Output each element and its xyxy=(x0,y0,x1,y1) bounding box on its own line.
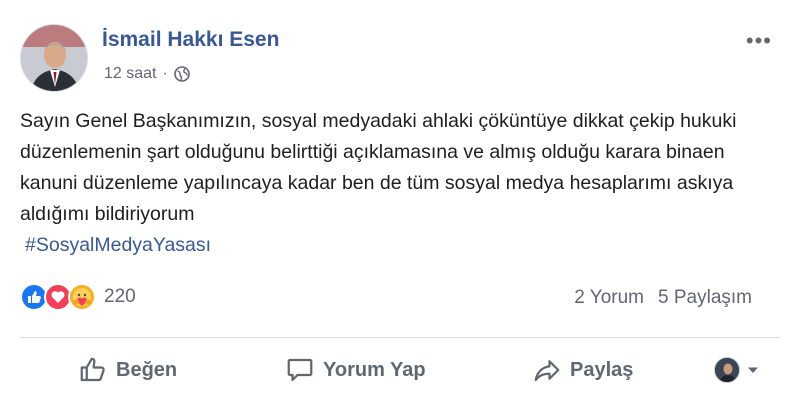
audience-selector[interactable] xyxy=(714,350,760,390)
reactions-summary[interactable]: 220 xyxy=(20,283,136,311)
comment-button-label: Yorum Yap xyxy=(323,358,426,381)
author-avatar[interactable] xyxy=(20,24,88,92)
globe-icon xyxy=(174,66,190,82)
engagement-counts: 2 Yorum 5 Paylaşım xyxy=(574,287,752,309)
chevron-down-icon xyxy=(748,367,758,373)
author-name[interactable]: İsmail Hakkı Esen xyxy=(102,28,279,52)
post-header: İsmail Hakkı Esen 12 saat · ••• xyxy=(20,22,780,94)
share-button-label: Paylaş xyxy=(570,358,634,381)
more-options-icon[interactable]: ••• xyxy=(746,28,772,54)
thumbs-up-icon xyxy=(80,357,105,382)
comment-bubble-icon xyxy=(287,358,313,382)
hashtag-link[interactable]: #SosyalMedyaYasası xyxy=(25,230,780,261)
share-arrow-icon xyxy=(534,360,560,382)
shares-count-link[interactable]: 5 Paylaşım xyxy=(658,287,752,309)
like-button-label: Beğen xyxy=(116,358,178,381)
current-user-avatar xyxy=(714,357,740,383)
care-reaction-icon xyxy=(68,283,96,311)
facebook-post: İsmail Hakkı Esen 12 saat · ••• Sayın Ge… xyxy=(0,0,800,407)
share-button[interactable]: Paylaş xyxy=(532,350,633,390)
avatar-portrait xyxy=(21,25,87,91)
like-button[interactable]: Beğen xyxy=(78,350,177,390)
comment-button[interactable]: Yorum Yap xyxy=(285,350,426,390)
post-meta: 12 saat · xyxy=(104,65,190,83)
meta-separator: · xyxy=(162,65,168,82)
comments-count-link[interactable]: 2 Yorum xyxy=(574,287,644,309)
post-stats: 220 2 Yorum 5 Paylaşım xyxy=(20,283,780,313)
divider xyxy=(20,337,780,338)
post-time[interactable]: 12 saat xyxy=(104,65,156,83)
post-actions: Beğen Yorum Yap Paylaş xyxy=(20,350,780,390)
reactions-count: 220 xyxy=(104,286,136,307)
post-text: Sayın Genel Başkanımızın, sosyal medyada… xyxy=(20,110,737,225)
post-body: Sayın Genel Başkanımızın, sosyal medyada… xyxy=(20,106,780,261)
